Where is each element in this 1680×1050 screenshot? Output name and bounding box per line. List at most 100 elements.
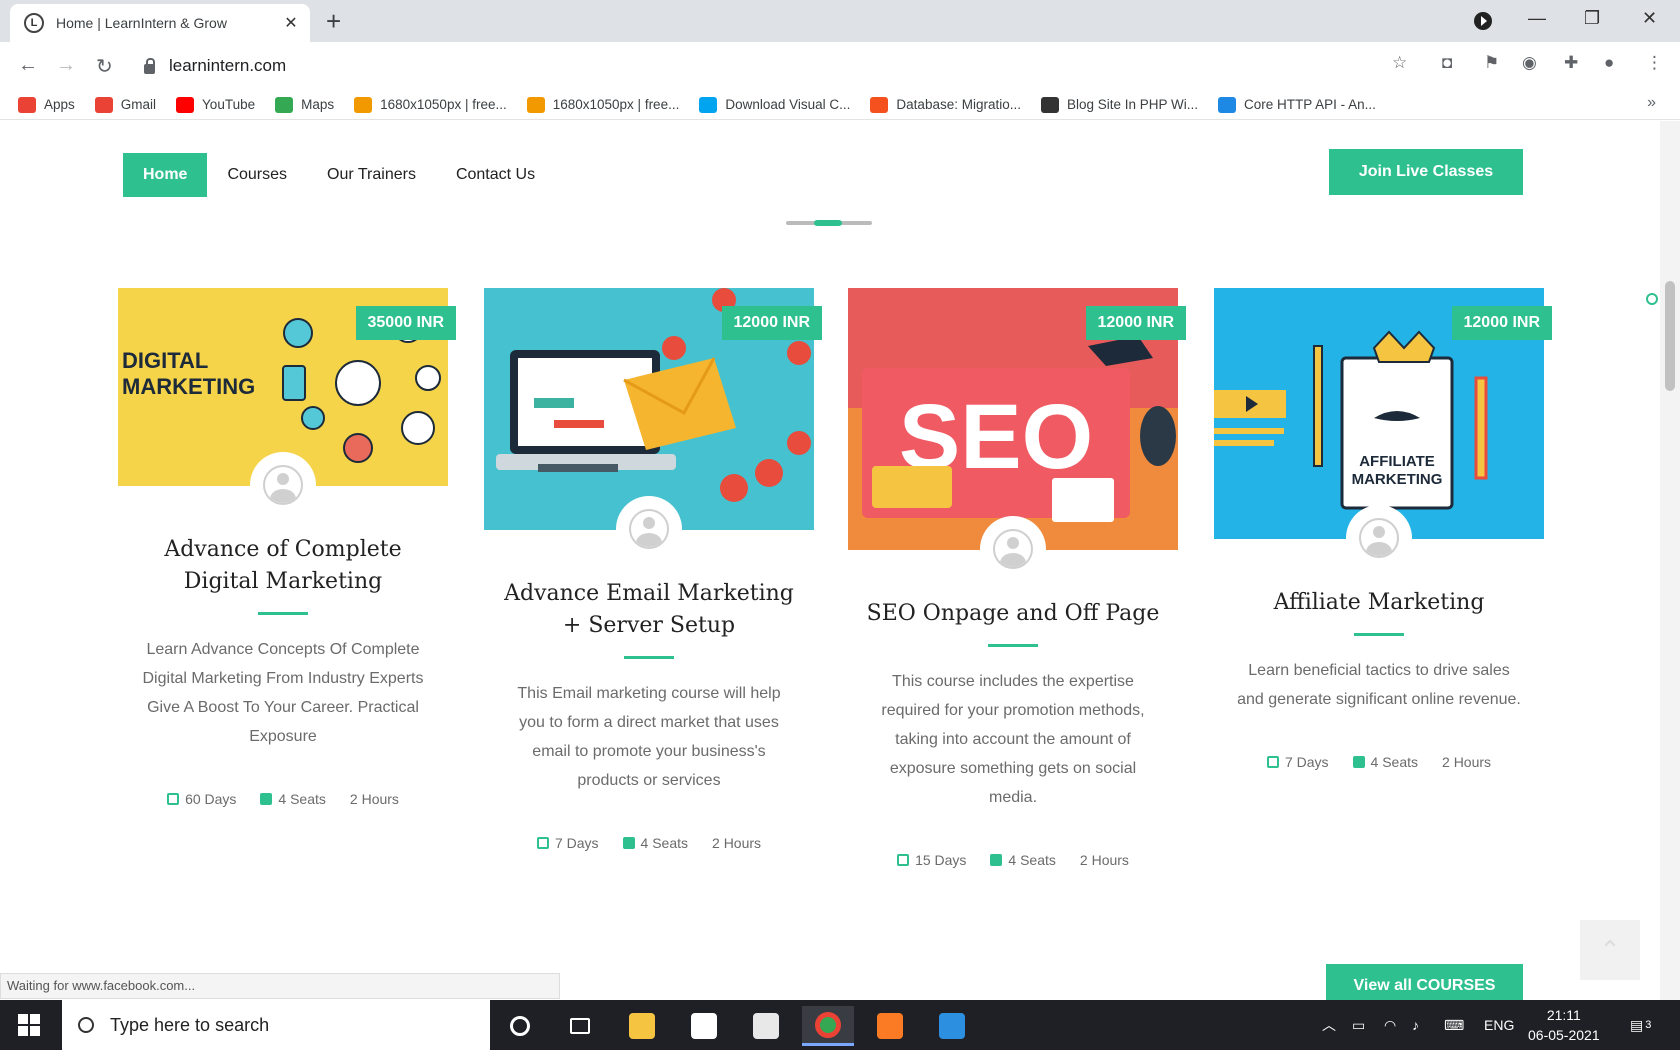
battery-icon[interactable]: ▭ <box>1352 1000 1365 1050</box>
taskbar-clock[interactable]: 21:11 06-05-2021 <box>1528 1005 1600 1045</box>
course-card[interactable]: SEO 12000 INR SEO Onpage and Off Page Th… <box>848 288 1186 868</box>
course-card[interactable]: 12000 INR Advance Email Marketing + Serv… <box>484 288 822 851</box>
scrollbar-thumb[interactable] <box>1665 281 1675 391</box>
bookmark-label: 1680x1050px | free... <box>552 97 680 112</box>
new-tab-icon[interactable]: + <box>326 6 341 37</box>
camera-icon[interactable]: ◘ <box>1442 53 1452 73</box>
task-view-icon[interactable] <box>554 1006 606 1046</box>
view-all-courses-button[interactable]: View all COURSES <box>1326 964 1523 1000</box>
taskbar-search[interactable]: Type here to search <box>62 1000 490 1050</box>
bookmark-favicon-icon <box>1218 96 1237 113</box>
menu-icon[interactable]: ⋮ <box>1646 53 1663 73</box>
windows-start-icon[interactable] <box>18 1014 40 1036</box>
bookmark-item[interactable]: Apps <box>18 96 75 113</box>
bookmark-item[interactable]: 1680x1050px | free... <box>354 96 507 113</box>
site-navbar: Home Courses Our Trainers Contact Us <box>123 153 575 197</box>
cortana-icon[interactable] <box>494 1006 546 1046</box>
bookmark-item[interactable]: Download Visual C... <box>699 96 850 113</box>
keyboard-icon[interactable]: ⌨ <box>1444 1000 1464 1050</box>
scroll-to-top-icon[interactable]: ⌃ <box>1580 920 1640 980</box>
course-meta: 7 Days 4 Seats 2 Hours <box>484 835 814 851</box>
trainer-avatar <box>980 516 1046 582</box>
bookmark-label: Database: Migratio... <box>896 97 1021 112</box>
bookmark-favicon-icon <box>176 96 195 113</box>
calendar-icon <box>897 854 910 866</box>
bookmark-favicon-icon <box>275 96 294 113</box>
bookmark-favicon-icon <box>94 96 113 113</box>
image-text-line: MARKETING <box>1352 471 1443 488</box>
url-text[interactable]: learnintern.com <box>169 56 286 76</box>
close-window-icon[interactable]: ✕ <box>1642 8 1657 29</box>
price-badge: 12000 INR <box>721 306 822 340</box>
bookmark-item[interactable]: Database: Migratio... <box>870 96 1021 113</box>
forward-icon[interactable]: → <box>56 54 76 77</box>
avatar-placeholder-icon <box>993 529 1033 569</box>
flag-icon[interactable]: ⚑ <box>1484 53 1499 73</box>
bookmark-item[interactable]: Core HTTP API - An... <box>1218 96 1376 113</box>
media-control-icon[interactable] <box>1474 12 1492 30</box>
bookmark-item[interactable]: Blog Site In PHP Wi... <box>1040 96 1198 113</box>
nav-contact-us[interactable]: Contact Us <box>456 166 535 184</box>
omnibox[interactable]: learnintern.com <box>144 48 1374 84</box>
avatar-placeholder-icon <box>263 465 303 505</box>
course-meta: 60 Days 4 Seats 2 Hours <box>118 293 1658 807</box>
nav-home[interactable]: Home <box>123 153 208 197</box>
course-meta: 15 Days 4 Seats 2 Hours <box>848 852 1178 868</box>
course-description: Learn Advance Concepts Of Complete Digit… <box>142 641 424 745</box>
minimize-icon[interactable]: — <box>1528 8 1546 29</box>
bookmark-star-icon[interactable]: ☆ <box>1392 53 1407 73</box>
mail-icon[interactable] <box>740 1006 792 1046</box>
volume-icon[interactable]: ♪ <box>1412 1000 1419 1050</box>
notification-count: 3 <box>1645 1019 1652 1031</box>
course-title[interactable]: Advance of Complete Digital Marketing <box>118 534 448 598</box>
calendar-icon <box>167 793 180 805</box>
restore-icon[interactable]: ❐ <box>1584 8 1600 29</box>
nav-our-trainers[interactable]: Our Trainers <box>327 166 416 184</box>
profile-avatar-icon[interactable]: ● <box>1604 53 1614 73</box>
file-explorer-icon[interactable] <box>616 1006 668 1046</box>
course-title[interactable]: Advance Email Marketing + Server Setup <box>484 578 814 642</box>
course-title[interactable]: Affiliate Marketing <box>1214 587 1544 619</box>
course-card[interactable]: AFFILIATE MARKETING 12000 INR Affiliate … <box>1214 288 1552 770</box>
seat-icon <box>260 793 273 805</box>
back-icon[interactable]: ← <box>18 54 38 77</box>
join-live-classes-button[interactable]: Join Live Classes <box>1329 149 1523 195</box>
browser-tab[interactable]: L Home | LearnIntern & Grow ✕ <box>10 4 310 42</box>
nav-courses[interactable]: Courses <box>227 166 287 184</box>
address-bar: ← → ↻ learnintern.com <box>0 42 1680 90</box>
avatar-placeholder-icon <box>1359 518 1399 558</box>
bookmark-favicon-icon <box>18 96 36 113</box>
wifi-icon[interactable]: ◠ <box>1384 1000 1396 1050</box>
bookmark-item[interactable]: 1680x1050px | free... <box>526 96 680 113</box>
course-card[interactable]: DIGITAL MARKETING 35000 INR Advance of C… <box>118 288 1658 807</box>
slider-indicator[interactable] <box>786 220 872 226</box>
cast-icon[interactable]: ◉ <box>1522 53 1537 73</box>
course-title[interactable]: SEO Onpage and Off Page <box>848 598 1178 630</box>
image-text-line: DIGITAL <box>122 348 208 373</box>
bookmark-label: 1680x1050px | free... <box>380 97 507 112</box>
reload-icon[interactable]: ↻ <box>96 54 113 79</box>
bookmarks-overflow-icon[interactable]: » <box>1647 94 1656 112</box>
xampp-icon[interactable] <box>864 1006 916 1046</box>
chrome-icon[interactable] <box>802 1006 854 1046</box>
tray-chevron-icon[interactable]: ︿ <box>1322 1000 1336 1050</box>
course-image: AFFILIATE MARKETING 12000 INR <box>1214 288 1552 571</box>
course-seats: 4 Seats <box>1008 852 1056 868</box>
bookmark-item[interactable]: Maps <box>275 96 334 113</box>
course-days: 60 Days <box>185 791 237 807</box>
tab-close-icon[interactable]: ✕ <box>282 13 300 33</box>
microsoft-store-icon[interactable] <box>678 1006 730 1046</box>
avatar-placeholder-icon <box>629 509 669 549</box>
bookmark-item[interactable]: YouTube <box>176 96 255 113</box>
notification-center-icon[interactable]: ▤ 3 <box>1630 1000 1651 1050</box>
bookmark-label: Gmail <box>120 97 157 112</box>
browser-status-text: Waiting for www.facebook.com... <box>0 973 560 999</box>
page-scrollbar[interactable] <box>1660 121 1680 1000</box>
bookmark-item[interactable]: Gmail <box>94 96 157 113</box>
course-seats: 4 Seats <box>278 791 326 807</box>
course-days: 15 Days <box>915 852 967 868</box>
course-hours: 2 Hours <box>1442 754 1492 770</box>
vscode-icon[interactable] <box>926 1006 978 1046</box>
language-indicator[interactable]: ENG <box>1484 1000 1514 1050</box>
extensions-icon[interactable]: ✚ <box>1564 53 1578 73</box>
